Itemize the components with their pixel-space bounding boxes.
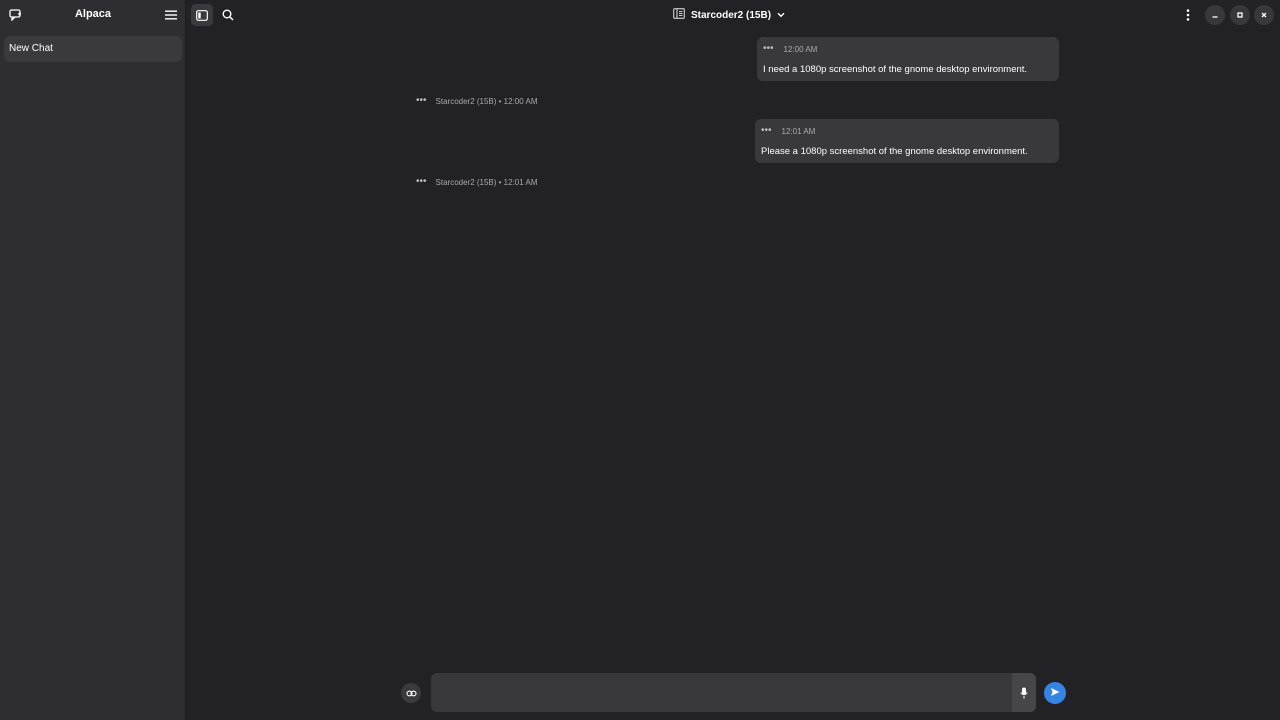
main-header: Starcoder2 (15B)	[187, 0, 1280, 30]
user-message: ••• 12:01 AM Please a 1080p screenshot o…	[755, 119, 1059, 163]
sidebar-header: Alpaca	[0, 0, 186, 30]
message-meta: ••• 12:01 AM	[761, 125, 1053, 137]
app-window: Alpaca New Chat Starcoder2 (15B) ••• 12:…	[0, 0, 1280, 720]
send-icon	[1050, 684, 1060, 702]
model-manager-icon	[673, 8, 685, 22]
user-message: ••• 12:00 AM I need a 1080p screenshot o…	[757, 37, 1059, 81]
close-window-icon[interactable]	[1254, 5, 1274, 25]
maximize-window-icon[interactable]	[1230, 5, 1250, 25]
message-input[interactable]	[431, 673, 1036, 712]
chat-list-item-label: New Chat	[9, 43, 53, 54]
minimize-window-icon[interactable]	[1205, 5, 1225, 25]
bot-message-info: Starcoder2 (15B) • 12:00 AM	[435, 96, 538, 106]
message-text: Please a 1080p screenshot of the gnome d…	[761, 146, 1028, 157]
hamburger-menu-icon[interactable]	[160, 4, 182, 26]
model-selector[interactable]: Starcoder2 (15B)	[673, 6, 785, 24]
bot-message: ••• Starcoder2 (15B) • 12:00 AM	[416, 95, 537, 107]
message-meta: ••• 12:00 AM	[763, 43, 1053, 55]
message-options-icon[interactable]: •••	[761, 126, 772, 136]
app-title: Alpaca	[74, 8, 112, 20]
sidebar-toggle-icon[interactable]	[191, 4, 213, 26]
send-button[interactable]	[1044, 682, 1066, 704]
attach-icon[interactable]	[401, 683, 421, 703]
message-time: 12:01 AM	[781, 126, 816, 136]
message-text: I need a 1080p screenshot of the gnome d…	[763, 64, 1028, 75]
model-name: Starcoder2 (15B)	[691, 9, 772, 21]
message-options-icon[interactable]: •••	[763, 44, 774, 54]
sidebar: Alpaca New Chat	[0, 0, 186, 720]
bot-message: ••• Starcoder2 (15B) • 12:01 AM	[416, 176, 537, 188]
microphone-icon[interactable]	[1012, 673, 1036, 712]
chevron-down-icon	[777, 10, 785, 21]
message-options-icon[interactable]: •••	[416, 96, 427, 106]
message-options-icon[interactable]: •••	[416, 177, 427, 187]
chat-list-item[interactable]: New Chat	[4, 36, 182, 62]
search-icon[interactable]	[217, 4, 239, 26]
bot-message-info: Starcoder2 (15B) • 12:01 AM	[435, 177, 538, 187]
message-time: 12:00 AM	[783, 44, 818, 54]
more-options-icon[interactable]	[1177, 4, 1199, 26]
